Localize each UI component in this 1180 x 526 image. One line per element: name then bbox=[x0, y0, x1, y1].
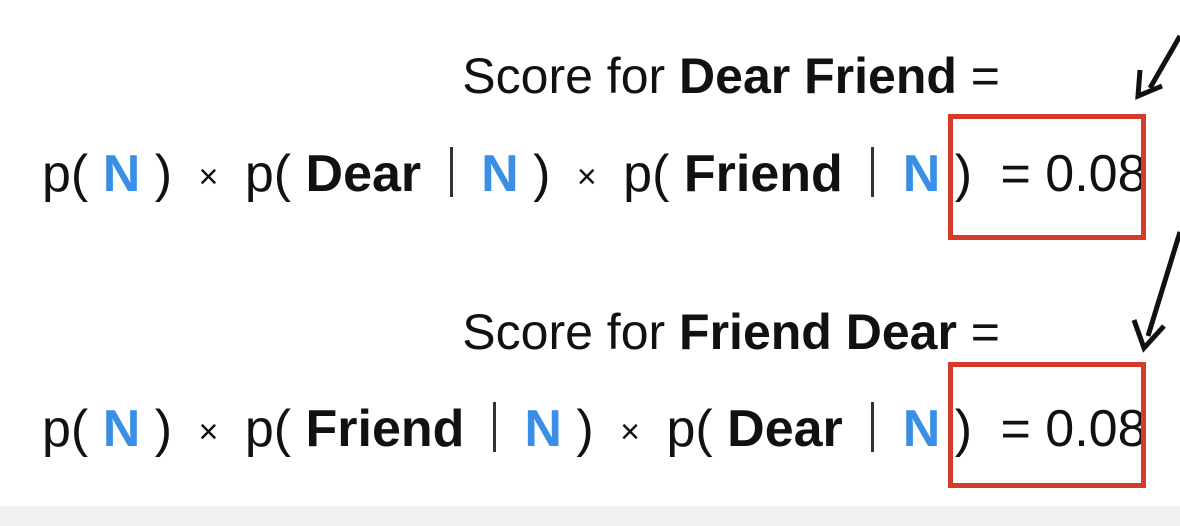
prob-open: p( bbox=[244, 400, 292, 458]
arrow-2-head bbox=[1131, 319, 1166, 353]
title-suffix: = bbox=[956, 304, 1000, 360]
given-bar bbox=[492, 402, 496, 452]
title-phrase: Dear Friend bbox=[679, 48, 957, 104]
given-bar bbox=[871, 147, 875, 197]
prob-close: ) bbox=[154, 400, 173, 458]
score-title-dear-friend: Score for Dear Friend = bbox=[0, 46, 1000, 106]
word-friend: Friend bbox=[683, 145, 843, 203]
class-label-n: N bbox=[102, 145, 141, 203]
prob-close: ) bbox=[154, 145, 173, 203]
prob-close: ) bbox=[576, 400, 594, 458]
class-label-n: N bbox=[102, 400, 141, 458]
times-sign: × bbox=[198, 413, 219, 451]
word-friend: Friend bbox=[305, 400, 465, 458]
prob-open: p( bbox=[623, 145, 670, 203]
score-title-friend-dear: Score for Friend Dear = bbox=[0, 302, 1000, 362]
title-phrase: Friend Dear bbox=[679, 304, 957, 360]
word-dear: Dear bbox=[727, 400, 843, 458]
class-label-n: N bbox=[481, 145, 519, 203]
prob-open: p( bbox=[666, 400, 713, 458]
times-sign: × bbox=[576, 158, 597, 196]
result-highlight-box bbox=[948, 114, 1146, 240]
prob-close: ) bbox=[533, 145, 551, 203]
times-sign: × bbox=[198, 158, 219, 196]
arrow-1 bbox=[1147, 34, 1180, 90]
title-suffix: = bbox=[956, 48, 1000, 104]
title-prefix: Score for bbox=[462, 304, 680, 360]
prob-open: p( bbox=[42, 400, 89, 458]
word-dear: Dear bbox=[305, 145, 422, 203]
slide: Score for Dear Friend = p( N ) × p( Dear… bbox=[0, 0, 1180, 526]
class-label-n: N bbox=[902, 400, 941, 458]
result-highlight-box bbox=[948, 362, 1146, 488]
title-prefix: Score for bbox=[462, 48, 680, 104]
arrow-2 bbox=[1145, 231, 1180, 337]
given-bar bbox=[449, 147, 453, 197]
class-label-n: N bbox=[902, 145, 941, 203]
class-label-n: N bbox=[524, 400, 562, 458]
prob-open: p( bbox=[244, 145, 292, 203]
arrow-1-head bbox=[1135, 69, 1163, 100]
bottom-band bbox=[0, 506, 1180, 526]
times-sign: × bbox=[620, 413, 640, 451]
prob-open: p( bbox=[42, 145, 89, 203]
given-bar bbox=[871, 402, 875, 452]
